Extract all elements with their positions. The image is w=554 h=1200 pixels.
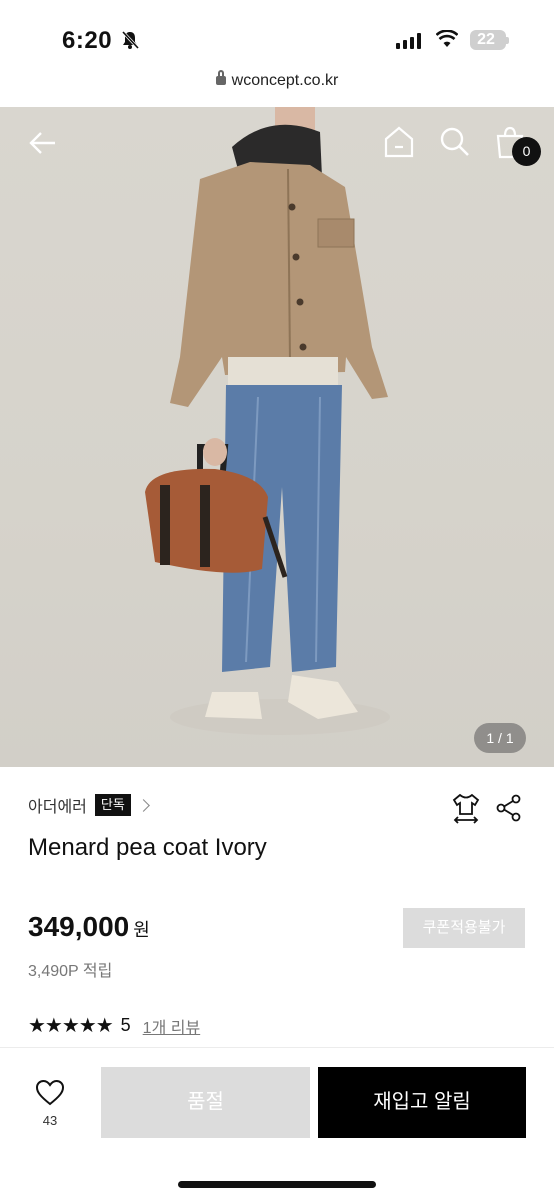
url-bar[interactable]: wconcept.co.kr <box>0 70 554 106</box>
price: 349,000 원 <box>28 911 150 943</box>
share-icon[interactable] <box>495 794 523 822</box>
lock-icon <box>215 70 226 85</box>
size-guide-icon[interactable] <box>451 792 481 824</box>
like-count: 43 <box>42 1113 58 1128</box>
rating-value: 5 <box>120 1015 131 1035</box>
restock-alert-button[interactable]: 재입고 알림 <box>318 1067 526 1138</box>
signal-icon <box>396 33 424 49</box>
battery-tip <box>506 37 509 44</box>
back-arrow-icon[interactable] <box>28 128 58 158</box>
review-link[interactable]: 1개 리뷰 <box>143 1014 201 1038</box>
coupon-unavailable-button[interactable]: 쿠폰적용불가 <box>403 908 525 948</box>
wifi-icon <box>436 30 458 47</box>
brand-name: 아더에러 <box>28 799 87 816</box>
battery-level: 22 <box>477 31 495 48</box>
reward-points: 3,490P 적립 <box>28 963 113 980</box>
bell-muted-icon <box>121 30 140 50</box>
url-text: wconcept.co.kr <box>231 72 339 89</box>
product-title: Menard pea coat Ivory <box>28 834 267 861</box>
home-icon[interactable] <box>383 125 415 159</box>
brand-link[interactable]: 아더에러 단독 <box>28 792 150 818</box>
search-icon[interactable] <box>439 126 471 158</box>
product-image[interactable] <box>0 107 554 767</box>
exclusive-badge: 단독 <box>94 794 131 816</box>
image-counter: 1 / 1 <box>474 723 526 753</box>
home-indicator <box>178 1181 376 1188</box>
like-button[interactable]: 43 <box>28 1079 72 1128</box>
rating-row: ★★★★★ 5 1개 리뷰 <box>28 1013 200 1038</box>
status-time: 6:20 <box>62 27 113 54</box>
price-currency: 원 <box>133 920 150 940</box>
cart-count-badge: 0 <box>512 137 541 166</box>
divider <box>0 1047 554 1048</box>
price-value: 349,000 <box>28 911 130 942</box>
chevron-right-icon <box>136 798 150 812</box>
heart-icon <box>35 1079 65 1106</box>
product-photo-illustration <box>145 107 390 735</box>
rating-stars: ★★★★★ <box>28 1015 114 1037</box>
soldout-button[interactable]: 품절 <box>101 1067 310 1138</box>
